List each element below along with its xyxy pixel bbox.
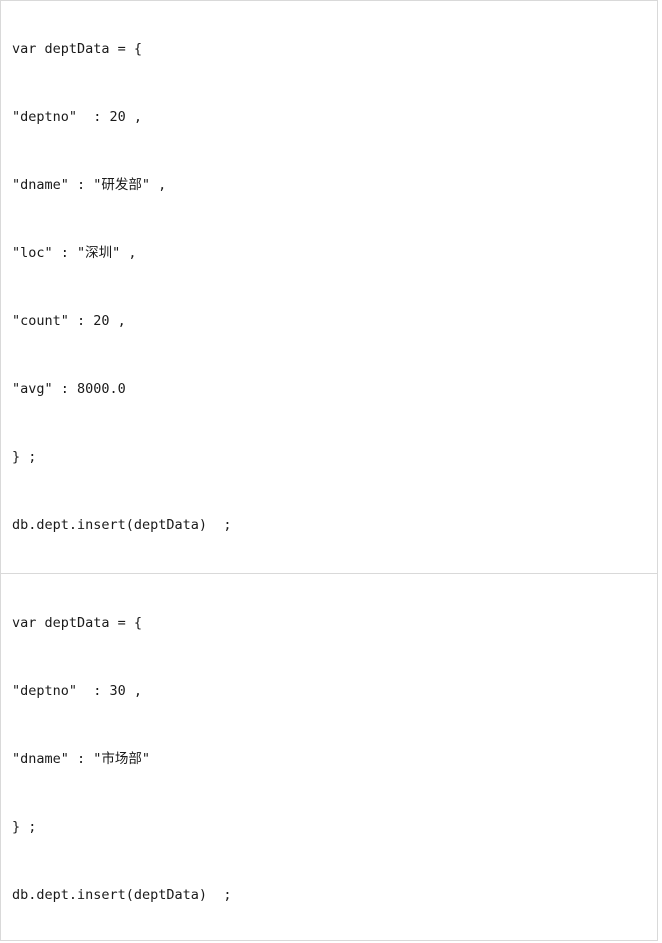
code-line: } ; [12,819,37,835]
code-block-insert-dept-30: var deptData = { "deptno" : 30 , "dname"… [1,573,657,941]
code-line: db.dept.insert(deptData) ; [12,887,232,903]
code-line: "deptno" : 30 , [12,683,143,699]
code-line: "loc" : "深圳" , [12,245,137,261]
code-line: "avg" : 8000.0 [12,381,126,397]
code-line: "dname" : "市场部" [12,751,151,767]
code-line: "deptno" : 20 , [12,109,143,125]
document-page: var deptData = { "deptno" : 20 , "dname"… [0,0,658,941]
code-line: var deptData = { [12,41,143,57]
code-line: "dname" : "研发部" , [12,177,167,193]
code-line: var deptData = { [12,615,143,631]
code-line: db.dept.insert(deptData) ; [12,517,232,533]
code-line: } ; [12,449,37,465]
code-line: "count" : 20 , [12,313,126,329]
code-block-insert-dept-20: var deptData = { "deptno" : 20 , "dname"… [1,1,657,573]
